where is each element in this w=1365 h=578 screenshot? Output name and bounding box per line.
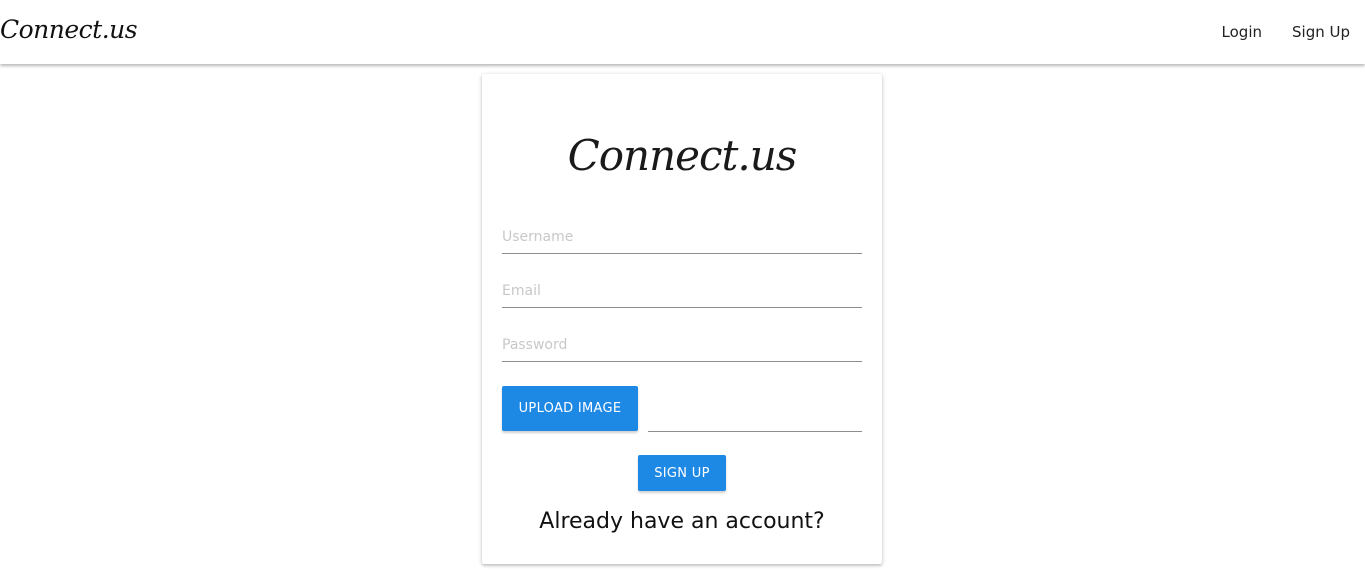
uploaded-file-name-field[interactable] bbox=[648, 398, 862, 432]
top-navbar: Connect.us Login Sign Up bbox=[0, 0, 1365, 64]
brand-logo[interactable]: Connect.us bbox=[0, 12, 138, 48]
signup-card: Connect.us UPLOAD IMAGE SIGN UP Already … bbox=[482, 74, 882, 564]
sign-up-button[interactable]: SIGN UP bbox=[638, 455, 726, 491]
nav-signup-link[interactable]: Sign Up bbox=[1292, 22, 1350, 42]
username-input[interactable] bbox=[502, 220, 862, 254]
card-logo: Connect.us bbox=[567, 131, 798, 180]
nav-login-link[interactable]: Login bbox=[1222, 22, 1262, 42]
password-input[interactable] bbox=[502, 328, 862, 362]
already-have-account-link[interactable]: Already have an account? bbox=[482, 506, 882, 538]
upload-image-button[interactable]: UPLOAD IMAGE bbox=[502, 386, 638, 431]
nav-links: Login Sign Up bbox=[1222, 22, 1350, 42]
email-input[interactable] bbox=[502, 274, 862, 308]
